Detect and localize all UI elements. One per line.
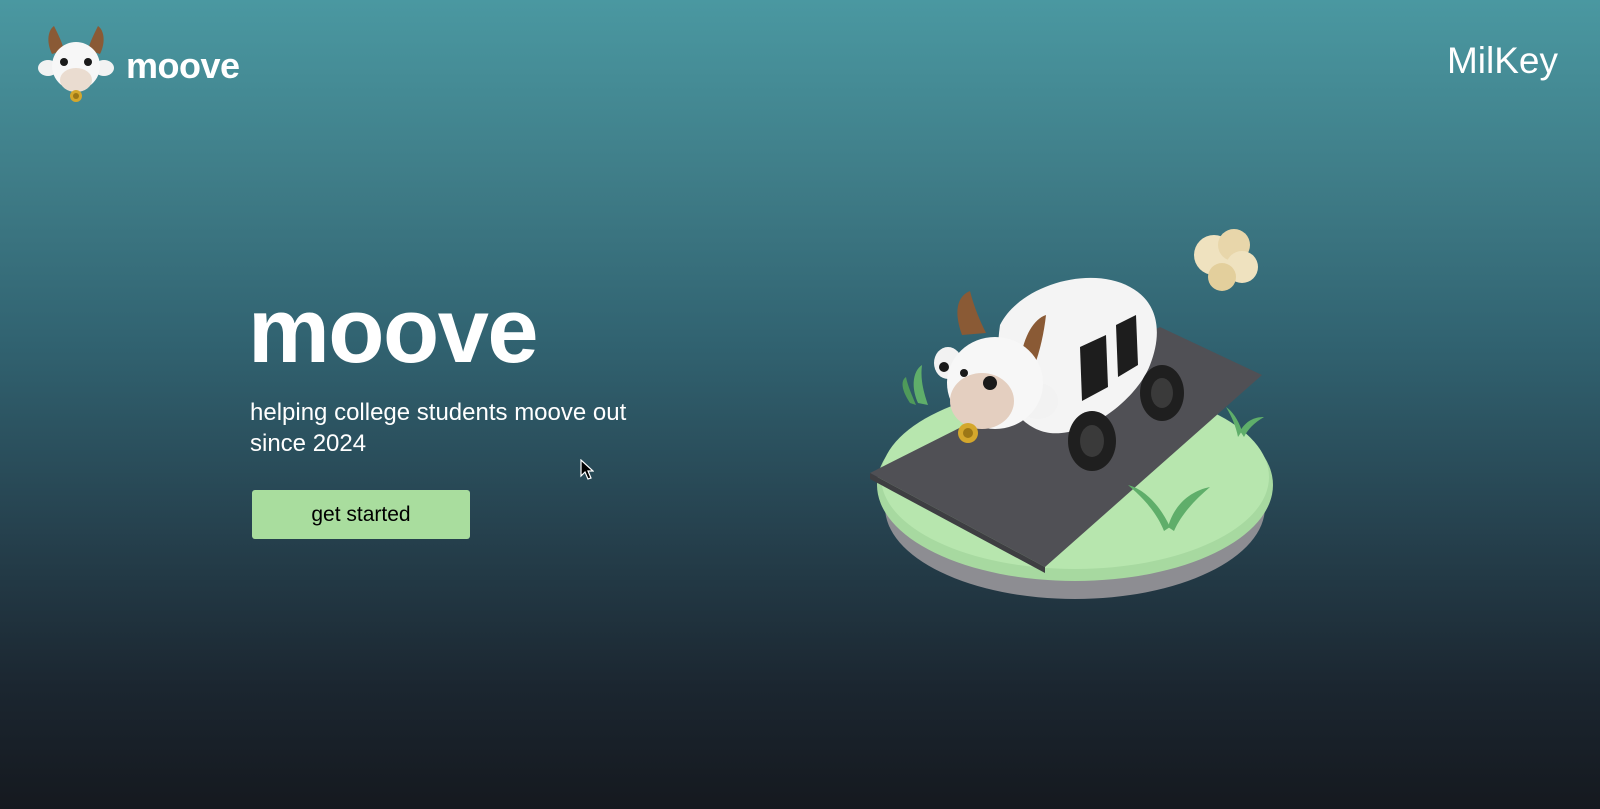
get-started-button[interactable]: get started	[252, 490, 470, 539]
hero-tagline: helping college students moove out since…	[250, 399, 627, 457]
brand-name: moove	[126, 45, 240, 86]
cow-head-icon	[38, 26, 114, 102]
brand-logo-link[interactable]: moove	[38, 24, 240, 104]
mouse-pointer-icon	[580, 459, 594, 480]
hero-title: moove	[248, 280, 539, 382]
cow-car-illustration	[870, 229, 1273, 599]
nav-link-milkey[interactable]: MilKey	[1447, 40, 1558, 82]
hero-section: moove helping college students moove out…	[248, 280, 668, 539]
